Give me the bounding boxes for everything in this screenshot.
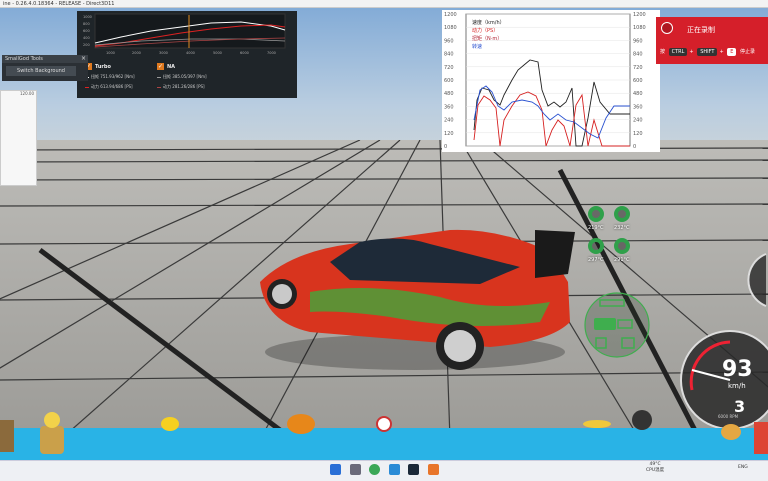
na-checkbox[interactable]: ✓ (157, 63, 164, 70)
y-tick-right: 840 (633, 52, 643, 58)
shortcut-suffix: 停止录 (740, 49, 756, 55)
language-indicator[interactable]: ENG (738, 465, 748, 471)
key-ctrl: CTRL (668, 48, 688, 56)
key-shift: SHIFT (697, 48, 718, 56)
turbo-stats: ✓ Turbo 扭矩 751.93/962 [Nm] 动力 613.94/686 … (85, 63, 150, 95)
y-tick-left: 840 (444, 52, 454, 58)
na-stats: ✓ NA 扭矩 385.05/397 [Nm] 动力 281.26/286 [PS… (157, 63, 222, 95)
speed-value: 93 (722, 357, 753, 382)
beamng-icon[interactable] (428, 464, 439, 475)
chrome-icon[interactable] (369, 464, 380, 475)
y-tick-right: 120 (633, 131, 643, 137)
y-tick-right: 0 (633, 144, 636, 150)
legend-torque: 扭矩（N·m） (472, 35, 502, 42)
telemetry-plot: 1200 12001080 1080960 960840 840720 720600 600… (444, 12, 646, 150)
recording-panel: 正在录制 按 CTRL + SHIFT + E 停止录 (656, 17, 768, 64)
tire-fl-icon (588, 206, 604, 222)
speed-unit: km/h (728, 382, 746, 390)
dyno-y-tick: 1000 (83, 15, 92, 19)
car (260, 229, 575, 370)
plus-2: + (719, 49, 724, 55)
task-view-icon[interactable] (350, 464, 361, 475)
na-torque-swatch (157, 76, 161, 78)
y-tick-left: 480 (444, 91, 454, 97)
na-label: NA (167, 64, 176, 70)
y-tick-right: 720 (633, 65, 643, 71)
dyno-x-tick: 1000 (106, 51, 115, 55)
tire-fr-icon (614, 206, 630, 222)
shortcut-prefix: 按 (660, 49, 666, 55)
decorative-props (0, 410, 768, 454)
y-tick-left: 120 (444, 131, 454, 137)
y-tick-left: 0 (444, 144, 447, 150)
side-panel: 120.00 (0, 90, 37, 186)
tire-fl-temp: 219°C (588, 225, 604, 231)
record-icon[interactable] (661, 22, 673, 34)
small-gui-window: SmallGod Tools × Switch Background (2, 55, 88, 81)
window-titlebar: ine - 0.26.4.0.18364 - RELEASE - Direct3… (0, 0, 768, 8)
dyno-x-tick: 6000 (240, 51, 249, 55)
dyno-panel: 1000 800 600 400 200 1000 2000 3000 4000… (77, 11, 297, 98)
switch-background-button[interactable]: Switch Background (6, 66, 76, 76)
close-icon[interactable]: × (81, 55, 86, 63)
weather-widget[interactable]: 49°C CPU温度 (646, 462, 664, 474)
y-tick-right: 240 (633, 118, 643, 124)
y-tick-left: 1200 (444, 12, 457, 18)
y-tick-right: 480 (633, 91, 643, 97)
y-tick-left: 240 (444, 118, 454, 124)
weather-desc: CPU温度 (646, 468, 665, 473)
steam-icon[interactable] (408, 464, 419, 475)
recording-title: 正在录制 (687, 26, 715, 34)
y-tick-left: 960 (444, 38, 454, 44)
dyno-plot: 1000 800 600 400 200 1000 2000 3000 4000… (83, 13, 286, 55)
dyno-y-tick: 200 (83, 43, 90, 47)
tire-fr-temp: 232°C (614, 225, 630, 231)
dyno-y-tick: 600 (83, 29, 90, 33)
y-tick-left: 1080 (444, 25, 457, 31)
turbo-power-swatch (85, 86, 89, 88)
tire-rr-icon (614, 238, 630, 254)
start-icon[interactable] (330, 464, 341, 475)
store-icon[interactable] (389, 464, 400, 475)
turbo-torque: 扭矩 751.93/962 [Nm] (91, 74, 135, 79)
tire-rl-icon (588, 238, 604, 254)
dyno-x-tick: 2000 (132, 51, 141, 55)
y-tick-right: 360 (633, 104, 643, 110)
na-torque: 扭矩 385.05/397 [Nm] (163, 74, 207, 79)
y-tick-right: 1200 (633, 12, 646, 18)
telemetry-chart: 1200 1200 1080 1080 960 960 840 840 720 720 600 600… (442, 10, 660, 152)
turbo-power: 动力 613.94/686 [PS] (91, 84, 133, 89)
plus-1: + (689, 49, 694, 55)
key-e: E (727, 48, 737, 56)
stop-shortcut: 按 CTRL + SHIFT + E 停止录 (660, 48, 755, 56)
y-tick-right: 960 (633, 38, 643, 44)
dyno-y-tick: 400 (83, 36, 90, 40)
y-tick-left: 600 (444, 78, 454, 84)
dyno-x-tick: 3000 (159, 51, 168, 55)
tire-rr-temp: 291°C (614, 257, 630, 263)
na-power: 动力 281.26/286 [PS] (163, 84, 205, 89)
small-gui-title[interactable]: SmallGod Tools (2, 55, 88, 63)
y-tick-right: 600 (633, 78, 643, 84)
dyno-x-tick: 5000 (213, 51, 222, 55)
y-tick-left: 360 (444, 104, 454, 110)
dyno-y-tick: 800 (83, 22, 90, 26)
dyno-x-tick: 4000 (186, 51, 195, 55)
dyno-x-tick: 7000 (267, 51, 276, 55)
tire-rl-temp: 297°C (588, 257, 604, 263)
side-panel-label: 120.00 (20, 91, 34, 96)
legend-speed: 速度（km/h） (472, 19, 505, 26)
legend-rpm: 转速 (472, 43, 482, 50)
turbo-label: Turbo (95, 64, 111, 70)
y-tick-right: 1080 (633, 25, 646, 31)
na-power-swatch (157, 86, 161, 88)
engine-status-icon (584, 292, 650, 358)
legend-power: 动力（PS） (472, 27, 498, 34)
y-tick-left: 720 (444, 65, 454, 71)
tachometer-arc (747, 253, 767, 307)
